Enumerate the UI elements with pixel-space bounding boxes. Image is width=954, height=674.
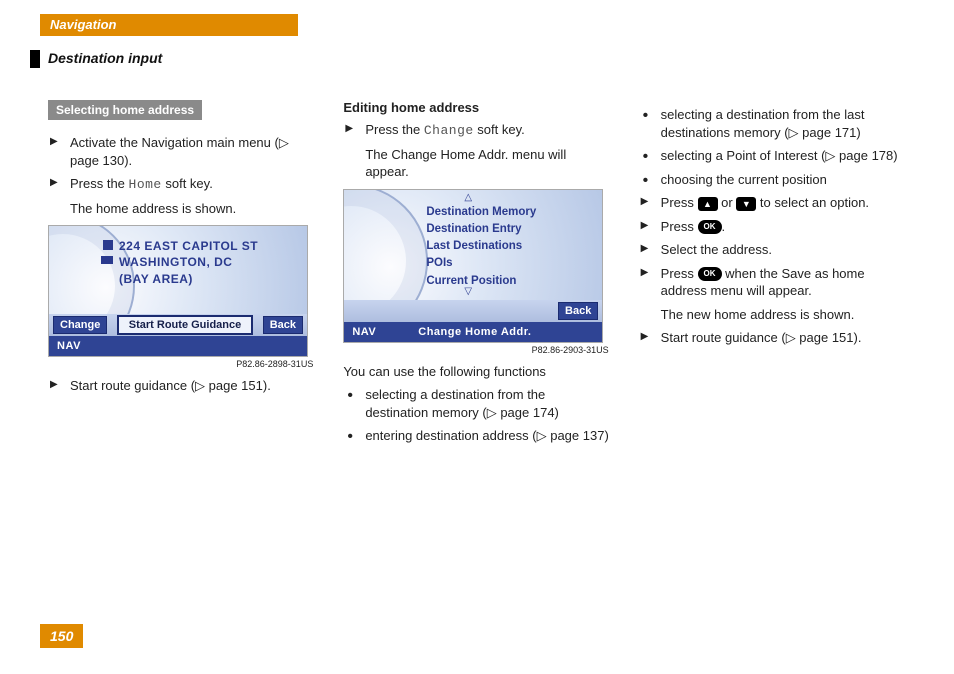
menu-item[interactable]: Current Position: [426, 273, 536, 290]
step-press-change: Press the Change soft key.: [343, 121, 610, 140]
step-post: soft key.: [474, 122, 525, 137]
page-ref: (▷ page 151).: [781, 330, 861, 345]
column-2: Editing home address Press the Change so…: [343, 100, 610, 451]
bullet-last-dest: selecting a destination from the last de…: [639, 106, 906, 141]
screenshot-home-address: 224 EAST CAPITOL ST WASHINGTON, DC (BAY …: [48, 225, 308, 357]
menu-item[interactable]: Destination Entry: [426, 221, 536, 238]
steps-list-after: Start route guidance (▷ page 151).: [48, 377, 315, 395]
steps-list: Press ▲ or ▼ to select an option. Press …: [639, 194, 906, 300]
building-icon: [101, 256, 113, 264]
ok-key-icon: OK: [698, 267, 722, 281]
step-post: soft key.: [162, 176, 213, 191]
step-text: Activate the Navigation main menu: [70, 135, 275, 150]
bullet-enter-addr: entering destination address (▷ page 137…: [343, 427, 610, 445]
nav-title: Change Home Addr.: [418, 326, 531, 338]
step-press-ok: Press OK.: [639, 218, 906, 236]
page-ref: (▷ page 174): [482, 405, 559, 420]
screenshot-change-home: △ Destination Memory Destination Entry L…: [343, 189, 603, 343]
note-home-shown: The home address is shown.: [48, 200, 315, 218]
step-pre: Press the: [70, 176, 129, 191]
back-softkey[interactable]: Back: [558, 302, 598, 320]
compass-icon: [344, 190, 428, 300]
page-ref: (▷ page 151).: [191, 378, 271, 393]
scr1-softbar: Change Start Route Guidance Back: [49, 314, 307, 336]
bullet-text: selecting a Point of Interest: [661, 148, 821, 163]
step-mid: or: [718, 195, 737, 210]
addr-line3: (BAY AREA): [119, 271, 258, 287]
image-code-1: P82.86-2898-31US: [48, 359, 313, 369]
steps-list: Press the Change soft key.: [343, 121, 610, 140]
bullet-current-pos: choosing the current position: [639, 171, 906, 189]
menu-item[interactable]: POIs: [426, 255, 536, 272]
scr1-display: 224 EAST CAPITOL ST WASHINGTON, DC (BAY …: [49, 226, 307, 314]
step-post: .: [722, 219, 726, 234]
column-3: selecting a destination from the last de…: [639, 100, 906, 451]
bullet-dest-memory: selecting a destination from the destina…: [343, 386, 610, 421]
page-number: 150: [40, 624, 83, 648]
step-text: Start route guidance: [70, 378, 191, 393]
step-pre: Press: [661, 219, 698, 234]
step-select-addr: Select the address.: [639, 241, 906, 259]
column-1: Selecting home address Activate the Navi…: [48, 100, 315, 451]
scr2-softbar: Back: [344, 300, 602, 322]
address-block: 224 EAST CAPITOL ST WASHINGTON, DC (BAY …: [119, 238, 258, 287]
heading-editing-home: Editing home address: [343, 100, 610, 115]
step-text: Select the address.: [661, 242, 772, 257]
scr2-display: △ Destination Memory Destination Entry L…: [344, 190, 602, 300]
image-code-2: P82.86-2903-31US: [343, 345, 608, 355]
softkey-name: Change: [424, 123, 474, 138]
menu-item[interactable]: Last Destinations: [426, 238, 536, 255]
step-post: to select an option.: [756, 195, 869, 210]
up-key-icon: ▲: [698, 197, 718, 211]
content-columns: Selecting home address Activate the Navi…: [48, 100, 906, 451]
scr1-navbar: NAV: [49, 336, 307, 356]
steps-list: Activate the Navigation main menu (▷ pag…: [48, 134, 315, 194]
page-ref: (▷ page 171): [784, 125, 861, 140]
section-title: Destination input: [48, 50, 162, 66]
step-press-arrows: Press ▲ or ▼ to select an option.: [639, 194, 906, 212]
chapter-tab: Navigation: [40, 14, 298, 36]
ok-key-icon: OK: [698, 220, 722, 234]
step-start-route: Start route guidance (▷ page 151).: [48, 377, 315, 395]
change-softkey[interactable]: Change: [53, 316, 107, 334]
arrow-up-icon: △: [464, 192, 472, 203]
side-marker: [30, 50, 40, 68]
step-pre: Press the: [365, 122, 424, 137]
step-press-home: Press the Home soft key.: [48, 175, 315, 194]
step-start-route: Start route guidance (▷ page 151).: [639, 329, 906, 347]
scr2-navbar: NAV Change Home Addr.: [344, 322, 602, 342]
bullet-text: choosing the current position: [661, 172, 827, 187]
menu-list: Destination Memory Destination Entry Las…: [426, 204, 536, 290]
page-ref: (▷ page 178): [821, 148, 898, 163]
step-pre: Press: [661, 266, 698, 281]
back-softkey[interactable]: Back: [263, 316, 303, 334]
addr-line2: WASHINGTON, DC: [119, 254, 258, 270]
step-press-ok-save: Press OK when the Save as home address m…: [639, 265, 906, 300]
menu-item[interactable]: Destination Memory: [426, 204, 536, 221]
home-icon: [103, 240, 113, 250]
step-activate-nav: Activate the Navigation main menu (▷ pag…: [48, 134, 315, 169]
bullet-list: selecting a destination from the destina…: [343, 386, 610, 445]
down-key-icon: ▼: [736, 197, 756, 211]
nav-label: NAV: [352, 326, 376, 338]
step-pre: Press: [661, 195, 698, 210]
bullet-list: selecting a destination from the last de…: [639, 106, 906, 188]
note-change-menu: The Change Home Addr. menu will appear.: [343, 146, 610, 181]
bullet-text: entering destination address: [365, 428, 532, 443]
lead-text: You can use the following functions: [343, 363, 610, 381]
page-ref: (▷ page 137): [532, 428, 609, 443]
softkey-name: Home: [129, 177, 162, 192]
start-route-button[interactable]: Start Route Guidance: [117, 315, 253, 335]
arrow-down-icon: ▽: [464, 286, 472, 297]
bullet-poi: selecting a Point of Interest (▷ page 17…: [639, 147, 906, 165]
step-text: Start route guidance: [661, 330, 782, 345]
note-new-home: The new home address is shown.: [639, 306, 906, 324]
addr-line1: 224 EAST CAPITOL ST: [119, 238, 258, 254]
steps-list-after: Start route guidance (▷ page 151).: [639, 329, 906, 347]
subheading-selecting-home: Selecting home address: [48, 100, 202, 120]
